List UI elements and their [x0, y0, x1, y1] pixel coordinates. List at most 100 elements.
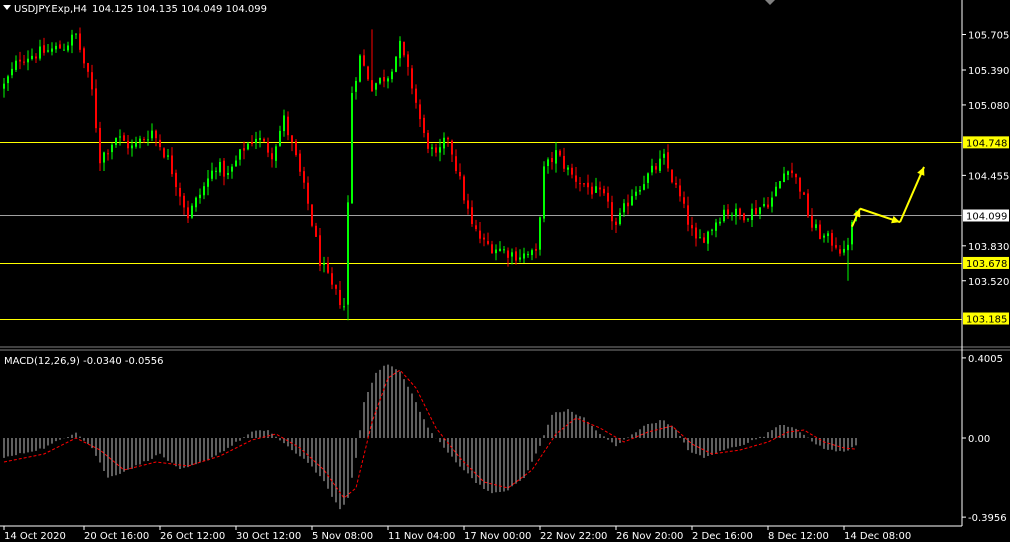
candle-body	[795, 173, 797, 178]
candle-body	[171, 155, 173, 175]
candle-body	[839, 249, 841, 254]
candle-body	[575, 175, 577, 182]
candle-body	[459, 172, 461, 177]
ohlc-label: 104.125 104.135 104.049 104.099	[92, 4, 267, 15]
candle-body	[347, 202, 349, 305]
candle-body	[43, 45, 45, 53]
candle-body	[519, 257, 521, 260]
price-tick-label: 103.520	[968, 277, 1009, 288]
candle-body	[475, 225, 477, 230]
candle-body	[319, 235, 321, 266]
candle-body	[15, 60, 17, 70]
candle-body	[531, 250, 533, 256]
candle-body	[175, 172, 177, 188]
candle-body	[151, 130, 153, 139]
candle-body	[463, 176, 465, 201]
candle-body	[315, 225, 317, 237]
candle-body	[123, 135, 125, 141]
candle-body	[263, 138, 265, 142]
candle-body	[483, 237, 485, 240]
candle-body	[283, 115, 285, 132]
candle-body	[155, 130, 157, 139]
candle-body	[251, 142, 253, 144]
candle-body	[127, 140, 129, 149]
candle-body	[399, 40, 401, 59]
candle-body	[343, 306, 345, 308]
price-tick-label: 105.080	[968, 101, 1009, 112]
macd-tick-label: 0.4005	[968, 354, 1003, 365]
price-tick-label: 105.390	[968, 66, 1009, 77]
candle-body	[391, 71, 393, 80]
chart-background	[0, 0, 1010, 542]
candle-body	[683, 197, 685, 204]
candle-body	[231, 166, 233, 172]
candle-body	[323, 263, 325, 265]
candle-body	[471, 207, 473, 224]
candle-body	[363, 55, 365, 66]
candle-body	[103, 152, 105, 163]
candle-body	[443, 137, 445, 149]
time-tick-label: 26 Oct 12:00	[160, 531, 225, 542]
time-tick-label: 26 Nov 20:00	[616, 531, 683, 542]
candle-body	[131, 145, 133, 149]
candle-body	[295, 141, 297, 156]
candle-body	[815, 224, 817, 229]
candle-body	[507, 250, 509, 258]
candle-body	[663, 153, 665, 158]
candle-body	[351, 93, 353, 204]
candle-body	[183, 195, 185, 208]
time-tick-label: 22 Nov 22:00	[540, 531, 607, 542]
candle-body	[59, 44, 61, 49]
level-tag-label: 103.678	[966, 259, 1007, 270]
symbol-label[interactable]: USDJPY.Exp,H4	[14, 4, 87, 15]
candle-body	[659, 158, 661, 171]
candle-body	[727, 209, 729, 215]
candle-body	[383, 77, 385, 82]
candle-body	[703, 237, 705, 243]
candle-body	[99, 127, 101, 164]
macd-tick-label: 0.00	[968, 434, 990, 445]
candle-body	[143, 139, 145, 141]
candle-body	[211, 170, 213, 179]
candle-body	[503, 249, 505, 251]
candle-body	[367, 66, 369, 80]
candle-body	[7, 76, 9, 84]
candle-body	[439, 147, 441, 153]
candle-body	[71, 34, 73, 46]
candle-body	[339, 289, 341, 306]
level-tag-label: 103.185	[966, 315, 1007, 326]
candle-body	[27, 58, 29, 63]
candle-body	[35, 56, 37, 59]
candle-body	[467, 200, 469, 209]
candle-body	[807, 193, 809, 217]
candle-body	[639, 189, 641, 192]
candle-body	[207, 178, 209, 187]
candle-body	[355, 80, 357, 92]
candle-body	[559, 150, 561, 156]
candle-body	[735, 208, 737, 217]
candle-body	[691, 225, 693, 229]
time-tick-label: 30 Oct 12:00	[236, 531, 301, 542]
candle-body	[227, 172, 229, 175]
candle-body	[147, 139, 149, 141]
candle-body	[403, 41, 405, 56]
candle-body	[427, 132, 429, 149]
candle-body	[415, 88, 417, 103]
candle-body	[755, 208, 757, 215]
candle-body	[543, 166, 545, 219]
candle-body	[447, 137, 449, 140]
candle-body	[555, 150, 557, 164]
time-tick-label: 8 Dec 12:00	[768, 531, 829, 542]
candle-body	[579, 183, 581, 185]
candle-body	[279, 130, 281, 146]
candle-body	[759, 207, 761, 214]
candle-body	[359, 55, 361, 82]
candle-body	[299, 153, 301, 172]
candle-body	[451, 140, 453, 155]
candle-body	[435, 147, 437, 153]
candle-body	[675, 182, 677, 185]
candle-body	[91, 72, 93, 90]
macd-label: MACD(12,26,9) -0.0340 -0.0556	[4, 356, 164, 367]
candle-body	[651, 165, 653, 173]
candle-body	[199, 194, 201, 199]
